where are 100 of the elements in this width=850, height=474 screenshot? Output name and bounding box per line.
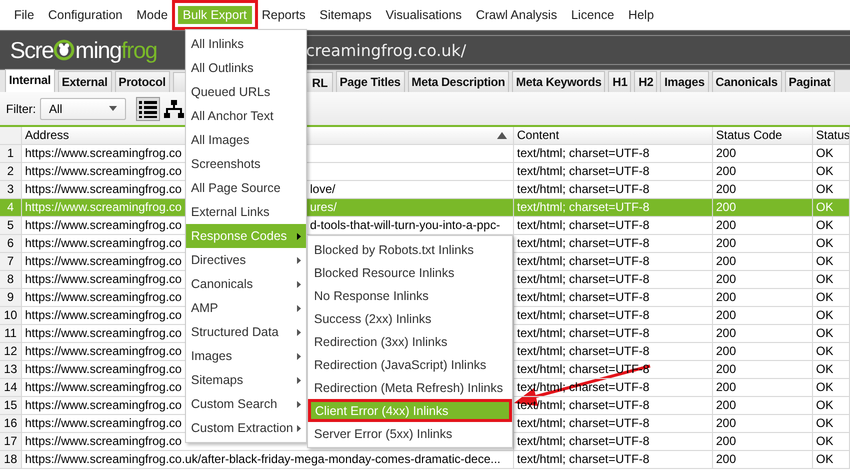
tab[interactable]: H1: [608, 71, 632, 92]
table-cell: https://www.screamingfrog.co: [25, 182, 182, 196]
menu-item[interactable]: Configuration: [41, 0, 130, 30]
table-cell: 200: [713, 199, 813, 216]
table-cell: text/html; charset=UTF-8: [514, 235, 713, 252]
menu-option[interactable]: Images: [186, 344, 306, 368]
menu-option[interactable]: Redirection (Meta Refresh) Inlinks: [308, 376, 512, 399]
table-cell: 200: [713, 361, 813, 378]
tab[interactable]: Canonicals: [712, 71, 782, 92]
table-cell: OK: [813, 181, 850, 198]
table-cell: https://www.screamingfrog.co: [25, 325, 182, 342]
row-number: 15: [0, 397, 22, 414]
table-cell: OK: [813, 397, 850, 414]
menu-option[interactable]: Blocked by Robots.txt Inlinks: [308, 238, 512, 261]
row-number: 12: [0, 343, 22, 360]
menu-option[interactable]: All Page Source: [186, 176, 306, 200]
tab[interactable]: Meta Description: [408, 71, 510, 92]
table-cell: https://www.screamingfrog.co: [25, 163, 182, 180]
table-cell: ures/: [310, 199, 337, 216]
url-field[interactable]: creamingfrog.co.uk/: [278, 35, 850, 65]
table-cell: 200: [713, 451, 813, 468]
table-cell: https://www.screamingfrog.co: [25, 271, 182, 288]
table-cell: https://www.screamingfrog.co: [25, 415, 182, 432]
menu-item[interactable]: Visualisations: [378, 0, 469, 30]
table-cell: 200: [713, 235, 813, 252]
table-cell: text/html; charset=UTF-8: [514, 199, 713, 216]
menu-option[interactable]: Canonicals: [186, 272, 306, 296]
table-cell: 200: [713, 325, 813, 342]
column-header[interactable]: Status Code: [716, 128, 782, 142]
menu-option[interactable]: AMP: [186, 296, 306, 320]
row-number: 14: [0, 379, 22, 396]
list-view-button[interactable]: [136, 96, 160, 120]
menu-option[interactable]: Directives: [186, 248, 306, 272]
table-cell: text/html; charset=UTF-8: [514, 307, 713, 324]
table-cell: 200: [713, 289, 813, 306]
menu-option[interactable]: Custom Extraction: [186, 416, 306, 440]
table-cell: https://www.screamingfrog.co: [25, 253, 182, 270]
table-cell: https://www.screamingfrog.co: [25, 218, 182, 232]
menu-item[interactable]: Crawl Analysis: [468, 0, 564, 30]
menu-item[interactable]: Licence: [564, 0, 622, 30]
table-cell: OK: [813, 415, 850, 432]
column-header[interactable]: Content: [517, 128, 560, 142]
tab[interactable]: Meta Keywords: [512, 71, 606, 92]
header-cell[interactable]: Content: [514, 127, 713, 144]
menu-option[interactable]: External Links: [186, 200, 306, 224]
tab[interactable]: Page Titles: [336, 71, 405, 92]
menu-option[interactable]: Redirection (3xx) Inlinks: [308, 330, 512, 353]
menu-option[interactable]: Screenshots: [186, 152, 306, 176]
table-cell: 200: [713, 145, 813, 162]
table-cell: OK: [813, 217, 850, 234]
menu-option[interactable]: No Response Inlinks: [308, 284, 512, 307]
row-number: 2: [0, 163, 22, 180]
menu-option[interactable]: All Images: [186, 128, 306, 152]
row-number: 7: [0, 253, 22, 270]
table-cell: 200: [713, 397, 813, 414]
tab[interactable]: Internal: [5, 69, 55, 92]
menu-option[interactable]: Queued URLs: [186, 80, 306, 104]
table-cell: text/html; charset=UTF-8: [514, 451, 713, 468]
table-cell: OK: [813, 289, 850, 306]
table-cell: 200: [713, 217, 813, 234]
menu-item[interactable]: Help: [621, 0, 661, 30]
table-cell: 200: [713, 433, 813, 450]
table-cell: text/html; charset=UTF-8: [514, 271, 713, 288]
menu-option[interactable]: Success (2xx) Inlinks: [308, 307, 512, 330]
table-cell: d-tools-that-will-turn-you-into-a-ppc-: [310, 217, 500, 234]
tab[interactable]: Paginat: [784, 71, 835, 92]
row-number: 18: [0, 451, 22, 468]
menu-option[interactable]: Server Error (5xx) Inlinks: [308, 422, 512, 445]
menu-option[interactable]: All Anchor Text: [186, 104, 306, 128]
table-cell: text/html; charset=UTF-8: [514, 415, 713, 432]
table-cell: OK: [813, 451, 850, 468]
table-cell: 200: [713, 415, 813, 432]
tab[interactable]: H2: [634, 71, 658, 92]
table-cell: https://www.screamingfrog.co: [25, 235, 182, 252]
menu-option[interactable]: Sitemaps: [186, 368, 306, 392]
table-cell: 200: [713, 343, 813, 360]
tab[interactable]: External: [58, 71, 112, 92]
table-cell: https://www.screamingfrog.co: [25, 361, 182, 378]
row-number: 5: [0, 217, 22, 234]
menu-item[interactable]: Sitemaps: [312, 0, 379, 30]
list-icon: [138, 98, 158, 118]
row-number: 3: [0, 181, 22, 198]
table-cell: text/html; charset=UTF-8: [514, 325, 713, 342]
tab[interactable]: Images: [660, 71, 709, 92]
filter-dropdown[interactable]: All: [40, 98, 126, 120]
table-cell: https://www.screamingfrog.co: [25, 433, 182, 450]
menu-item[interactable]: File: [7, 0, 42, 30]
table-cell: OK: [813, 433, 850, 450]
menu-option[interactable]: Custom Search: [186, 392, 306, 416]
table-cell: text/html; charset=UTF-8: [514, 163, 713, 180]
menu-option[interactable]: Redirection (JavaScript) Inlinks: [308, 353, 512, 376]
row-number: 6: [0, 235, 22, 252]
tab[interactable]: Protocol: [114, 71, 170, 92]
logo-text: Scre: [10, 36, 54, 64]
column-header[interactable]: Address: [25, 127, 70, 144]
menu-option[interactable]: Blocked Resource Inlinks: [308, 261, 512, 284]
menu-option[interactable]: Structured Data: [186, 320, 306, 344]
header-cell[interactable]: Status Code: [713, 127, 813, 144]
table-cell: OK: [813, 307, 850, 324]
table-cell: OK: [813, 163, 850, 180]
